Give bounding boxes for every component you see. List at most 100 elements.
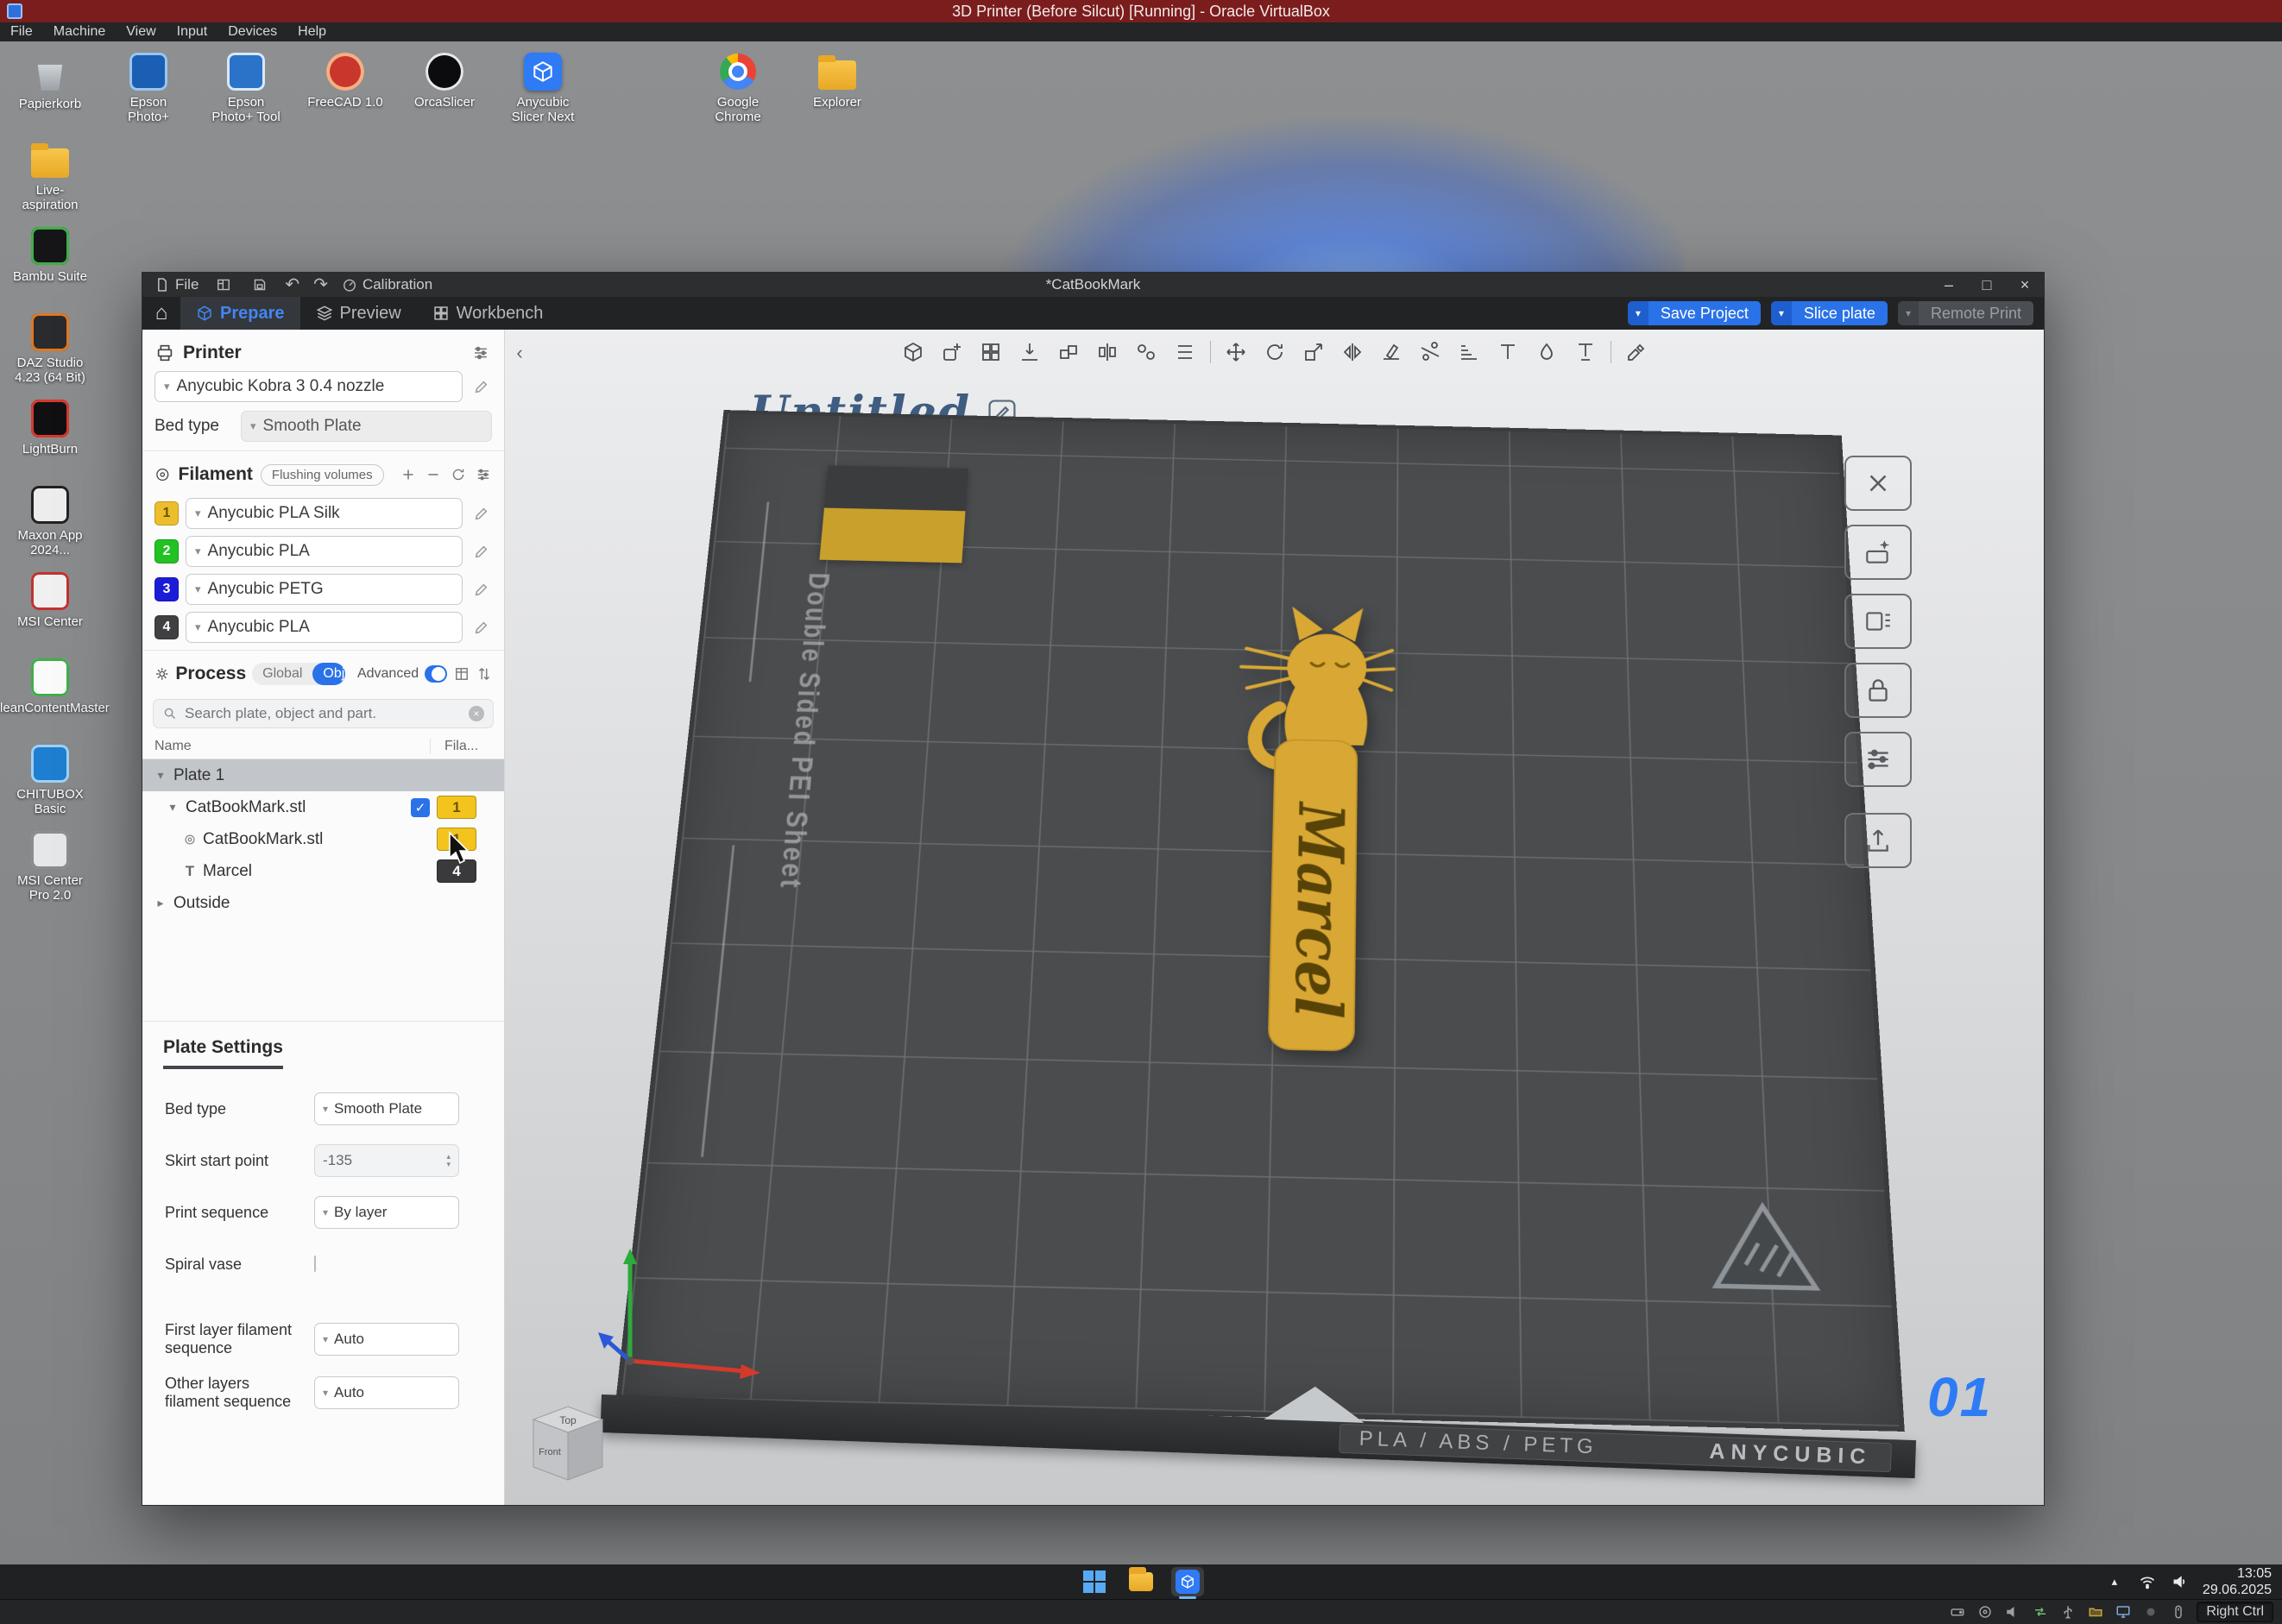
desktop-icon-recycle-bin[interactable]: Papierkorb bbox=[10, 54, 90, 111]
tab-workbench[interactable]: Workbench bbox=[417, 297, 559, 330]
usb-icon[interactable] bbox=[2058, 1602, 2077, 1621]
filament-color-chip[interactable]: 3 bbox=[154, 577, 179, 601]
edit-filament-icon[interactable] bbox=[470, 540, 492, 563]
tab-prepare[interactable]: Prepare bbox=[180, 297, 300, 330]
filament-preset-select[interactable]: ▾ Anycubic PLA Silk bbox=[186, 498, 463, 529]
layout-icon[interactable] bbox=[212, 274, 235, 296]
vbox-menu-help[interactable]: Help bbox=[287, 24, 337, 40]
chevron-down-icon[interactable]: ▾ bbox=[1898, 301, 1919, 325]
delete-plate-button[interactable] bbox=[1844, 456, 1912, 511]
save-project-button[interactable]: ▾ Save Project bbox=[1628, 301, 1761, 325]
compare-icon[interactable] bbox=[476, 663, 492, 685]
collapse-sidebar-icon[interactable]: ‹ bbox=[510, 338, 529, 368]
desktop-icon-epson-photo-tool[interactable]: Epson Photo+ Tool bbox=[206, 52, 286, 124]
filament-color-chip[interactable]: 2 bbox=[154, 539, 179, 563]
other-layers-sequence-select[interactable]: ▾ Auto bbox=[314, 1376, 459, 1409]
home-icon[interactable]: ⌂ bbox=[142, 297, 180, 330]
add-filament-icon[interactable] bbox=[400, 463, 417, 486]
search-input[interactable] bbox=[185, 705, 462, 722]
object-search[interactable]: × bbox=[153, 699, 494, 728]
chevron-down-icon[interactable]: ▾ bbox=[1628, 301, 1648, 325]
filament-badge[interactable]: 1 bbox=[437, 796, 476, 819]
calibration-menu[interactable]: Calibration bbox=[342, 276, 432, 293]
filament-color-chip[interactable]: 1 bbox=[154, 501, 179, 526]
desktop-icon-epson-photo[interactable]: Epson Photo+ bbox=[109, 52, 188, 124]
slice-plate-button[interactable]: ▾ Slice plate bbox=[1771, 301, 1888, 325]
plate-number[interactable]: 01 bbox=[1927, 1365, 1992, 1429]
lock-plate-button[interactable] bbox=[1844, 663, 1912, 718]
desktop-icon-freecad[interactable]: FreeCAD 1.0 bbox=[306, 52, 385, 110]
hard-disks-icon[interactable] bbox=[1948, 1602, 1967, 1621]
desktop-icon-folder[interactable]: Live-aspiration bbox=[10, 140, 90, 212]
vbox-menu-input[interactable]: Input bbox=[167, 24, 218, 40]
tree-row-part[interactable]: CatBookMark.stl 1 bbox=[142, 823, 504, 855]
desktop-icon-msi-center-pro[interactable]: MSI Center Pro 2.0 bbox=[10, 830, 90, 903]
tree-row-outside[interactable]: ▸ Outside bbox=[142, 887, 504, 919]
skirt-start-point-input[interactable]: -135 ▴▾ bbox=[314, 1144, 459, 1177]
viewport-3d[interactable]: ‹ bbox=[505, 330, 2044, 1505]
filament-badge[interactable]: 4 bbox=[437, 859, 476, 883]
spiral-vase-checkbox[interactable] bbox=[314, 1256, 316, 1272]
redo-icon[interactable]: ↷ bbox=[313, 276, 328, 293]
auto-orient-plate-button[interactable] bbox=[1844, 525, 1912, 580]
vbox-menu-machine[interactable]: Machine bbox=[43, 24, 116, 40]
desktop-icon-chrome[interactable]: Google Chrome bbox=[698, 52, 778, 124]
build-plate[interactable]: Double Sided PEI Sheet bbox=[615, 410, 1905, 1432]
filament-badge[interactable]: 1 bbox=[437, 828, 476, 851]
clear-search-icon[interactable]: × bbox=[469, 706, 484, 721]
edit-filament-icon[interactable] bbox=[470, 502, 492, 525]
desktop-icon-anycubic-slicer[interactable]: Anycubic Slicer Next bbox=[503, 52, 583, 124]
vbox-menu-devices[interactable]: Devices bbox=[217, 24, 287, 40]
vbox-menu-view[interactable]: View bbox=[116, 24, 166, 40]
desktop-icon-daz-studio[interactable]: DAZ Studio 4.23 (64 Bit) bbox=[10, 312, 90, 385]
object-visible-checkbox[interactable]: ✓ bbox=[411, 798, 430, 817]
filament-preset-select[interactable]: ▾ Anycubic PETG bbox=[186, 574, 463, 605]
maximize-button[interactable]: □ bbox=[1968, 273, 2006, 297]
plate-list-button[interactable] bbox=[1844, 594, 1912, 649]
desktop-icon-lightburn[interactable]: LightBurn bbox=[10, 399, 90, 456]
remote-print-button[interactable]: ▾ Remote Print bbox=[1898, 301, 2033, 325]
desktop-icon-maxon[interactable]: Maxon App 2024... bbox=[10, 485, 90, 557]
flushing-volumes-button[interactable]: Flushing volumes bbox=[261, 464, 384, 486]
edit-printer-icon[interactable] bbox=[470, 375, 492, 398]
tree-row-text-part[interactable]: T Marcel 4 bbox=[142, 855, 504, 887]
chevron-down-icon[interactable]: ▾ bbox=[1771, 301, 1792, 325]
shared-folders-icon[interactable] bbox=[2086, 1602, 2105, 1621]
filament-preset-select[interactable]: ▾ Anycubic PLA bbox=[186, 612, 463, 643]
mouse-integration-icon[interactable] bbox=[2169, 1602, 2188, 1621]
spinner-arrows-icon[interactable]: ▴▾ bbox=[446, 1153, 451, 1168]
desktop-icon-msi-center[interactable]: MSI Center bbox=[10, 571, 90, 629]
taskbar-clock[interactable]: 13:05 29.06.2025 bbox=[2203, 1565, 2272, 1598]
sync-filament-icon[interactable] bbox=[450, 463, 467, 486]
advanced-toggle[interactable] bbox=[425, 665, 447, 683]
taskbar-explorer[interactable] bbox=[1125, 1567, 1157, 1596]
tree-row-plate-1[interactable]: ▾ Plate 1 bbox=[142, 759, 504, 791]
optical-drives-icon[interactable] bbox=[1976, 1602, 1995, 1621]
vbox-menu-file[interactable]: File bbox=[0, 24, 43, 40]
desktop-icon-explorer[interactable]: Explorer bbox=[797, 52, 877, 110]
print-sequence-select[interactable]: ▾ By layer bbox=[314, 1196, 459, 1229]
recording-icon[interactable] bbox=[2141, 1602, 2160, 1621]
desktop-icon-orcaslicer[interactable]: OrcaSlicer bbox=[405, 52, 484, 110]
filament-color-chip[interactable]: 4 bbox=[154, 615, 179, 639]
close-button[interactable]: × bbox=[2006, 273, 2044, 297]
printer-preset-select[interactable]: ▾ Anycubic Kobra 3 0.4 nozzle bbox=[154, 371, 463, 402]
orientation-cube[interactable]: Top Front bbox=[520, 1398, 607, 1501]
plate-bed-type-select[interactable]: ▾ Smooth Plate bbox=[314, 1092, 459, 1125]
network-adapter-icon[interactable] bbox=[2031, 1602, 2050, 1621]
scope-objects-button[interactable]: Objects bbox=[312, 663, 345, 685]
file-menu[interactable]: File bbox=[154, 276, 199, 293]
display-icon[interactable] bbox=[2114, 1602, 2133, 1621]
minimize-button[interactable]: – bbox=[1930, 273, 1968, 297]
tray-chevron-icon[interactable]: ▴ bbox=[2104, 1571, 2125, 1592]
edit-filament-icon[interactable] bbox=[470, 616, 492, 639]
param-table-icon[interactable] bbox=[453, 663, 470, 685]
filament-preset-select[interactable]: ▾ Anycubic PLA bbox=[186, 536, 463, 567]
export-plate-button[interactable] bbox=[1844, 813, 1912, 868]
filament-settings-icon[interactable] bbox=[475, 463, 492, 486]
desktop-icon-bambu-suite[interactable]: Bambu Suite bbox=[10, 226, 90, 284]
save-icon[interactable] bbox=[249, 274, 271, 296]
undo-icon[interactable]: ↶ bbox=[285, 276, 299, 293]
audio-icon[interactable] bbox=[2003, 1602, 2022, 1621]
first-layer-sequence-select[interactable]: ▾ Auto bbox=[314, 1323, 459, 1356]
